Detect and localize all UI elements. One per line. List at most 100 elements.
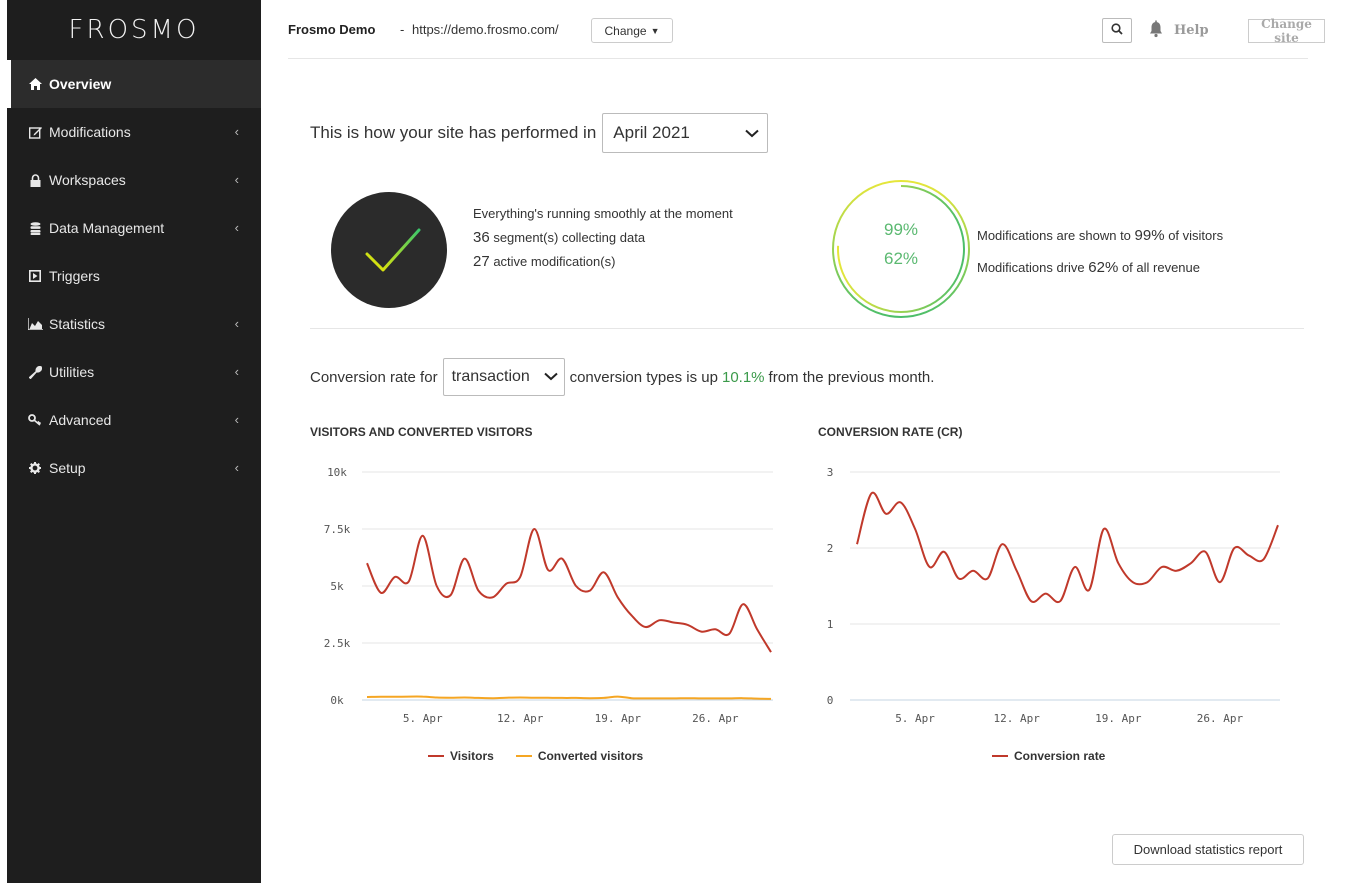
help-link[interactable]: Help xyxy=(1174,23,1209,38)
key-icon xyxy=(27,413,43,427)
conversion-rate-legend: Conversion rate xyxy=(992,749,1127,763)
search-icon xyxy=(1111,23,1123,38)
sidebar-item-label: Modifications xyxy=(49,124,131,140)
play-square-icon xyxy=(27,269,43,283)
area-chart-icon xyxy=(27,317,43,331)
conversion-text-mid: conversion types is up xyxy=(569,368,718,386)
change-site-button[interactable]: Change site xyxy=(1248,17,1325,45)
segments-count: 36 xyxy=(473,229,490,246)
legend-label: Converted visitors xyxy=(537,749,644,763)
sidebar-item-utilities[interactable]: Utilities ‹ xyxy=(7,348,261,396)
legend-swatch xyxy=(515,755,532,757)
y-axis-tick-label: 2 xyxy=(827,542,834,555)
y-axis-tick-label: 0 xyxy=(827,694,834,707)
sidebar-item-modifications[interactable]: Modifications ‹ xyxy=(7,108,261,156)
x-axis-tick-label: 26. Apr xyxy=(1197,712,1244,725)
change-button-label: Change xyxy=(604,23,647,38)
sidebar-item-advanced[interactable]: Advanced ‹ xyxy=(7,396,261,444)
performance-headline-text: This is how your site has performed in xyxy=(310,123,597,142)
sidebar-item-data-management[interactable]: Data Management ‹ xyxy=(7,204,261,252)
legend-item-converted-visitors[interactable]: Converted visitors xyxy=(515,749,644,763)
legend-swatch xyxy=(992,755,1008,757)
chevron-left-icon: ‹ xyxy=(234,364,239,379)
visitors-coverage-line: Modifications are shown to 99% of visito… xyxy=(977,220,1223,252)
x-axis-tick-label: 12. Apr xyxy=(994,712,1041,725)
conversion-type-select[interactable]: transaction xyxy=(442,358,565,396)
chevron-left-icon: ‹ xyxy=(234,460,239,475)
status-message: Everything's running smoothly at the mom… xyxy=(473,206,733,221)
sidebar-item-workspaces[interactable]: Workspaces ‹ xyxy=(7,156,261,204)
coverage-summary: Modifications are shown to 99% of visito… xyxy=(977,220,1223,284)
sidebar-item-label: Triggers xyxy=(49,268,100,284)
legend-item-conversion-rate[interactable]: Conversion rate xyxy=(992,749,1105,763)
sidebar-item-overview[interactable]: Overview xyxy=(7,60,261,108)
conversion-text-pre: Conversion rate for xyxy=(310,368,438,386)
chevron-down-icon xyxy=(745,123,759,143)
site-name: Frosmo Demo xyxy=(288,22,376,37)
y-axis-tick-label: 3 xyxy=(827,466,834,479)
legend-swatch xyxy=(428,755,444,757)
y-axis-tick-label: 10k xyxy=(327,466,347,479)
segments-label: segment(s) collecting data xyxy=(493,230,646,245)
x-axis-tick-label: 5. Apr xyxy=(895,712,935,725)
conversion-change-pct: 10.1% xyxy=(721,368,765,386)
sidebar-item-label: Statistics xyxy=(49,316,106,332)
month-select[interactable]: April 2021 xyxy=(602,113,769,153)
chevron-down-icon xyxy=(543,368,558,386)
conversion-sentence: Conversion rate for transaction conversi… xyxy=(310,358,934,396)
legend-item-visitors[interactable]: Visitors xyxy=(428,749,494,763)
sidebar: FROSMO Overview Modifications ‹ Workspac… xyxy=(0,0,261,883)
home-icon xyxy=(27,77,43,91)
sidebar-item-label: Overview xyxy=(49,76,112,92)
conversion-text-post: from the previous month. xyxy=(768,368,935,386)
chevron-left-icon: ‹ xyxy=(234,220,239,235)
conversion-type-value: transaction xyxy=(451,368,530,385)
revenue-share-value: 62% xyxy=(1088,259,1119,276)
gear-icon xyxy=(27,461,43,475)
frosmo-logo[interactable]: FROSMO xyxy=(7,0,261,60)
modifications-label: active modification(s) xyxy=(493,254,616,269)
edit-icon xyxy=(27,125,43,139)
bell-icon[interactable] xyxy=(1148,20,1164,40)
y-axis-tick-label: 1 xyxy=(827,618,834,631)
header-divider xyxy=(288,58,1308,59)
chevron-left-icon: ‹ xyxy=(234,412,239,427)
download-report-button[interactable]: Download statistics report xyxy=(1112,834,1304,865)
site-separator: - xyxy=(400,22,405,37)
series-line-visitors xyxy=(366,527,772,653)
change-site-url-button[interactable]: Change ▼ xyxy=(591,18,673,43)
search-button[interactable] xyxy=(1102,18,1132,43)
x-axis-tick-label: 12. Apr xyxy=(497,712,544,725)
series-line-converted-visitors xyxy=(366,695,772,700)
lock-icon xyxy=(27,173,43,187)
checkmark-icon xyxy=(365,228,421,272)
conversion-rate-chart: 0 1 2 3 5. Apr 12. Apr 19. Apr 26. Apr xyxy=(827,466,1280,725)
series-line-conversion-rate xyxy=(856,491,1279,604)
chevron-left-icon: ‹ xyxy=(234,172,239,187)
revenue-share-line: Modifications drive 62% of all revenue xyxy=(977,252,1223,284)
segments-line: 36 segment(s) collecting data xyxy=(473,226,733,250)
sidebar-item-label: Workspaces xyxy=(49,172,126,188)
visitors-chart-title: VISITORS AND CONVERTED VISITORS xyxy=(310,425,533,439)
visitors-text-post: of visitors xyxy=(1168,228,1224,243)
sidebar-item-setup[interactable]: Setup ‹ xyxy=(7,444,261,492)
y-axis-tick-label: 0k xyxy=(330,694,344,707)
sidebar-item-label: Advanced xyxy=(49,412,112,428)
legend-label: Visitors xyxy=(450,749,494,763)
sidebar-item-label: Setup xyxy=(49,460,86,476)
chevron-left-icon: ‹ xyxy=(234,124,239,139)
top-bar: Frosmo Demo - https://demo.frosmo.com/ C… xyxy=(288,17,1328,48)
x-axis-tick-label: 26. Apr xyxy=(692,712,739,725)
status-summary: Everything's running smoothly at the mom… xyxy=(473,202,733,274)
visitors-chart-legend: Visitors Converted visitors xyxy=(428,749,665,763)
conversion-rate-chart-title: CONVERSION RATE (CR) xyxy=(818,425,963,439)
caret-down-icon: ▼ xyxy=(650,25,660,36)
revenue-text-post: of all revenue xyxy=(1121,260,1200,275)
visitors-text-pre: Modifications are shown to xyxy=(977,228,1131,243)
chevron-left-icon: ‹ xyxy=(234,316,239,331)
sidebar-item-triggers[interactable]: Triggers xyxy=(7,252,261,300)
month-select-value: April 2021 xyxy=(613,123,690,142)
x-axis-tick-label: 19. Apr xyxy=(595,712,642,725)
sidebar-item-statistics[interactable]: Statistics ‹ xyxy=(7,300,261,348)
sidebar-item-label: Data Management xyxy=(49,220,165,236)
